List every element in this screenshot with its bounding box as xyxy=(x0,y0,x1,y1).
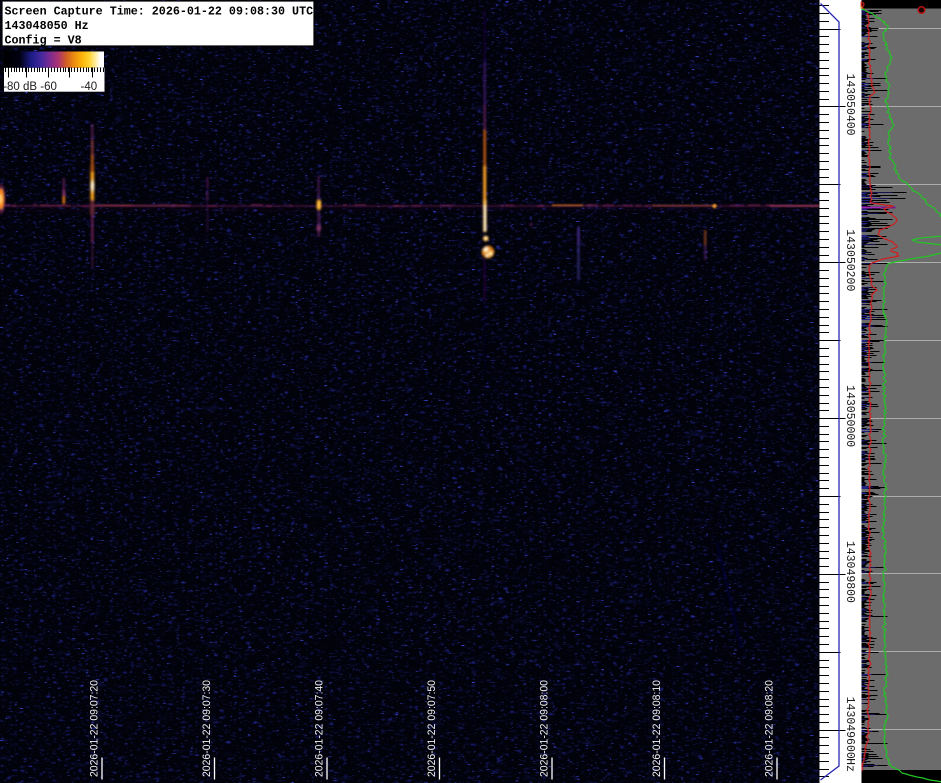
svg-text:2026-01-22 09:07:50: 2026-01-22 09:07:50 xyxy=(426,680,438,777)
svg-text:2026-01-22 09:07:20: 2026-01-22 09:07:20 xyxy=(89,680,101,777)
svg-text:-80 dB -60: -80 dB -60 xyxy=(3,81,57,93)
svg-text:143049800: 143049800 xyxy=(843,541,856,603)
svg-text:2026-01-22 09:08:20: 2026-01-22 09:08:20 xyxy=(764,680,776,777)
svg-text:2026-01-22 09:08:00: 2026-01-22 09:08:00 xyxy=(539,680,551,777)
svg-text:143050400: 143050400 xyxy=(843,73,856,135)
svg-text:2026-01-22 09:08:10: 2026-01-22 09:08:10 xyxy=(651,680,663,777)
svg-text:2026-01-22 09:07:30: 2026-01-22 09:07:30 xyxy=(201,680,213,777)
svg-text:143048050 Hz: 143048050 Hz xyxy=(5,19,89,33)
svg-text:Config = V8: Config = V8 xyxy=(5,34,82,48)
svg-text:Screen Capture Time: 2026-01-2: Screen Capture Time: 2026-01-22 09:08:30… xyxy=(5,4,314,18)
svg-text:2026-01-22 09:07:40: 2026-01-22 09:07:40 xyxy=(314,680,326,777)
svg-text:143050000: 143050000 xyxy=(843,385,856,447)
svg-text:Hz: Hz xyxy=(843,758,856,772)
svg-text:143050200: 143050200 xyxy=(843,229,856,291)
svg-text:-40: -40 xyxy=(81,81,98,93)
svg-text:143049600: 143049600 xyxy=(843,697,856,759)
